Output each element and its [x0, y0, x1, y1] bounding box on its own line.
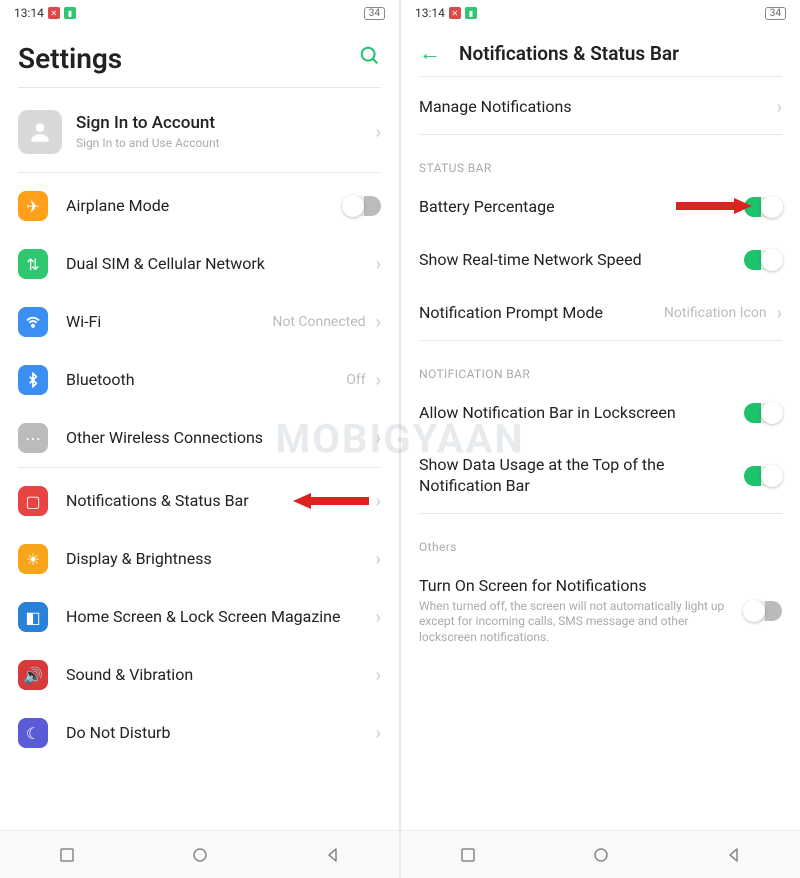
sound-vibration-row[interactable]: 🔊 Sound & Vibration › [0, 646, 399, 704]
back-button[interactable] [725, 846, 743, 864]
status-indicator-icon: ▮ [465, 7, 477, 19]
bluetooth-icon [18, 365, 48, 395]
chevron-right-icon: › [376, 122, 381, 143]
battery-badge: 34 [765, 7, 786, 20]
brightness-icon: ☀ [18, 544, 48, 574]
status-bar: 13:14 ✕ ▮ 34 [401, 0, 800, 24]
row-label: Allow Notification Bar in Lockscreen [419, 403, 744, 424]
display-brightness-row[interactable]: ☀ Display & Brightness › [0, 530, 399, 588]
battery-percentage-toggle[interactable] [744, 197, 782, 217]
data-usage-top-row[interactable]: Show Data Usage at the Top of the Notifi… [401, 439, 800, 513]
row-subtitle: When turned off, the screen will not aut… [419, 599, 744, 646]
status-indicator-icon: ▮ [64, 7, 76, 19]
row-label: Dual SIM & Cellular Network [66, 254, 376, 275]
turn-on-screen-toggle[interactable] [744, 601, 782, 621]
wifi-icon [18, 307, 48, 337]
status-indicator-icon: ✕ [48, 7, 60, 19]
section-header-notification-bar: NOTIFICATION BAR [401, 345, 800, 387]
account-title: Sign In to Account [76, 112, 376, 134]
airplane-icon: ✈ [18, 191, 48, 221]
realtime-network-speed-row[interactable]: Show Real-time Network Speed [401, 234, 800, 287]
chevron-right-icon: › [376, 428, 381, 449]
status-time: 13:14 [415, 6, 445, 20]
turn-on-screen-row[interactable]: Turn On Screen for Notifications When tu… [401, 560, 800, 662]
status-bar: 13:14 ✕ ▮ 34 [0, 0, 399, 24]
chevron-right-icon: › [376, 370, 381, 391]
battery-badge: 34 [364, 7, 385, 20]
row-label: Battery Percentage [419, 197, 744, 218]
row-meta: Not Connected [272, 314, 365, 330]
chevron-right-icon: › [777, 303, 782, 324]
home-screen-row[interactable]: ◧ Home Screen & Lock Screen Magazine › [0, 588, 399, 646]
recent-apps-button[interactable] [58, 846, 76, 864]
back-button[interactable] [324, 846, 342, 864]
row-label: Display & Brightness [66, 549, 376, 570]
network-speed-toggle[interactable] [744, 250, 782, 270]
recent-apps-button[interactable] [459, 846, 477, 864]
chevron-right-icon: › [376, 254, 381, 275]
home-button[interactable] [191, 846, 209, 864]
sim-icon: ⇅ [18, 249, 48, 279]
wifi-row[interactable]: Wi-Fi Not Connected › [0, 293, 399, 351]
row-label: Notifications & Status Bar [66, 491, 376, 512]
row-label: Airplane Mode [66, 196, 343, 217]
row-meta: Notification Icon [664, 305, 767, 321]
bluetooth-row[interactable]: Bluetooth Off › [0, 351, 399, 409]
home-button[interactable] [592, 846, 610, 864]
section-header-status-bar: STATUS BAR [401, 139, 800, 181]
page-header: ← Notifications & Status Bar [401, 24, 800, 76]
row-label: Other Wireless Connections [66, 428, 376, 449]
row-label: Notification Prompt Mode [419, 303, 664, 324]
page-header: Settings [0, 24, 399, 87]
chevron-right-icon: › [376, 549, 381, 570]
status-indicator-icon: ✕ [449, 7, 461, 19]
avatar-icon [18, 110, 62, 154]
notification-prompt-mode-row[interactable]: Notification Prompt Mode Notification Ic… [401, 287, 800, 340]
manage-notifications-row[interactable]: Manage Notifications › [401, 81, 800, 134]
notifications-status-bar-screen: 13:14 ✕ ▮ 34 ← Notifications & Status Ba… [399, 0, 800, 878]
airplane-mode-row[interactable]: ✈ Airplane Mode [0, 177, 399, 235]
chevron-right-icon: › [376, 312, 381, 333]
page-title: Settings [18, 42, 122, 75]
settings-screen: 13:14 ✕ ▮ 34 Settings Sign In to Account… [0, 0, 399, 878]
search-icon[interactable] [359, 45, 381, 73]
notification-icon: ▢ [18, 486, 48, 516]
navigation-bar [0, 830, 399, 878]
do-not-disturb-row[interactable]: ☾ Do Not Disturb › [0, 704, 399, 762]
section-header-others: Others [401, 518, 800, 560]
row-label: Wi-Fi [66, 312, 272, 333]
row-label: Manage Notifications [419, 97, 777, 118]
chevron-right-icon: › [376, 665, 381, 686]
notifications-status-bar-row[interactable]: ▢ Notifications & Status Bar › [0, 472, 399, 530]
chevron-right-icon: › [376, 607, 381, 628]
allow-notification-lockscreen-row[interactable]: Allow Notification Bar in Lockscreen [401, 387, 800, 440]
other-wireless-row[interactable]: ⋯ Other Wireless Connections › [0, 409, 399, 467]
chevron-right-icon: › [376, 491, 381, 512]
data-usage-toggle[interactable] [744, 466, 782, 486]
row-label: Bluetooth [66, 370, 346, 391]
chevron-right-icon: › [777, 97, 782, 118]
home-screen-icon: ◧ [18, 602, 48, 632]
dual-sim-row[interactable]: ⇅ Dual SIM & Cellular Network › [0, 235, 399, 293]
status-time: 13:14 [14, 6, 44, 20]
row-label: Show Real-time Network Speed [419, 250, 744, 271]
battery-percentage-row[interactable]: Battery Percentage [401, 181, 800, 234]
row-meta: Off [346, 372, 365, 388]
back-arrow-icon[interactable]: ← [419, 40, 441, 66]
page-title: Notifications & Status Bar [459, 42, 679, 65]
dnd-icon: ☾ [18, 718, 48, 748]
sound-icon: 🔊 [18, 660, 48, 690]
allow-lockscreen-toggle[interactable] [744, 403, 782, 423]
row-label: Show Data Usage at the Top of the Notifi… [419, 455, 744, 497]
airplane-toggle[interactable] [343, 196, 381, 216]
chevron-right-icon: › [376, 723, 381, 744]
account-subtitle: Sign In to and Use Account [76, 136, 376, 152]
row-label: Home Screen & Lock Screen Magazine [66, 607, 376, 628]
account-row[interactable]: Sign In to Account Sign In to and Use Ac… [0, 92, 399, 172]
row-label: Turn On Screen for Notifications [419, 576, 744, 597]
row-label: Do Not Disturb [66, 723, 376, 744]
more-icon: ⋯ [18, 423, 48, 453]
row-label: Sound & Vibration [66, 665, 376, 686]
navigation-bar [401, 830, 800, 878]
